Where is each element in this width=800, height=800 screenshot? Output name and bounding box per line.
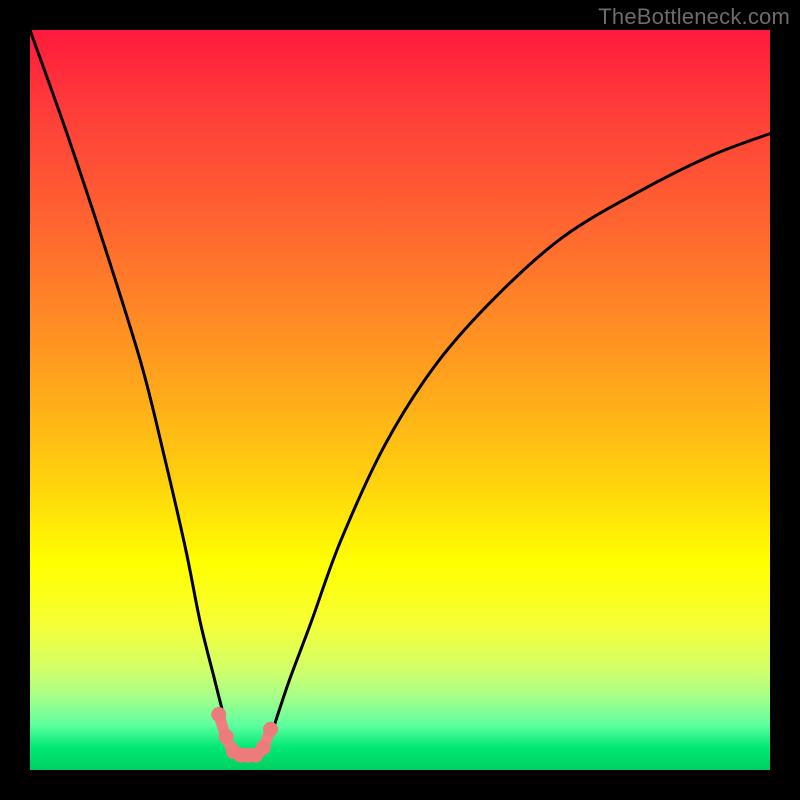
chart-plot-area: [30, 30, 770, 770]
sweet-spot-dot: [211, 707, 226, 722]
sweet-spot-dots: [211, 707, 278, 763]
sweet-spot-dot: [256, 740, 271, 755]
sweet-spot-dot: [263, 722, 278, 737]
chart-svg: [30, 30, 770, 770]
sweet-spot-dot: [219, 729, 234, 744]
outer-frame: TheBottleneck.com: [0, 0, 800, 800]
bottleneck-curve-path: [30, 30, 770, 756]
watermark-label: TheBottleneck.com: [598, 4, 790, 30]
